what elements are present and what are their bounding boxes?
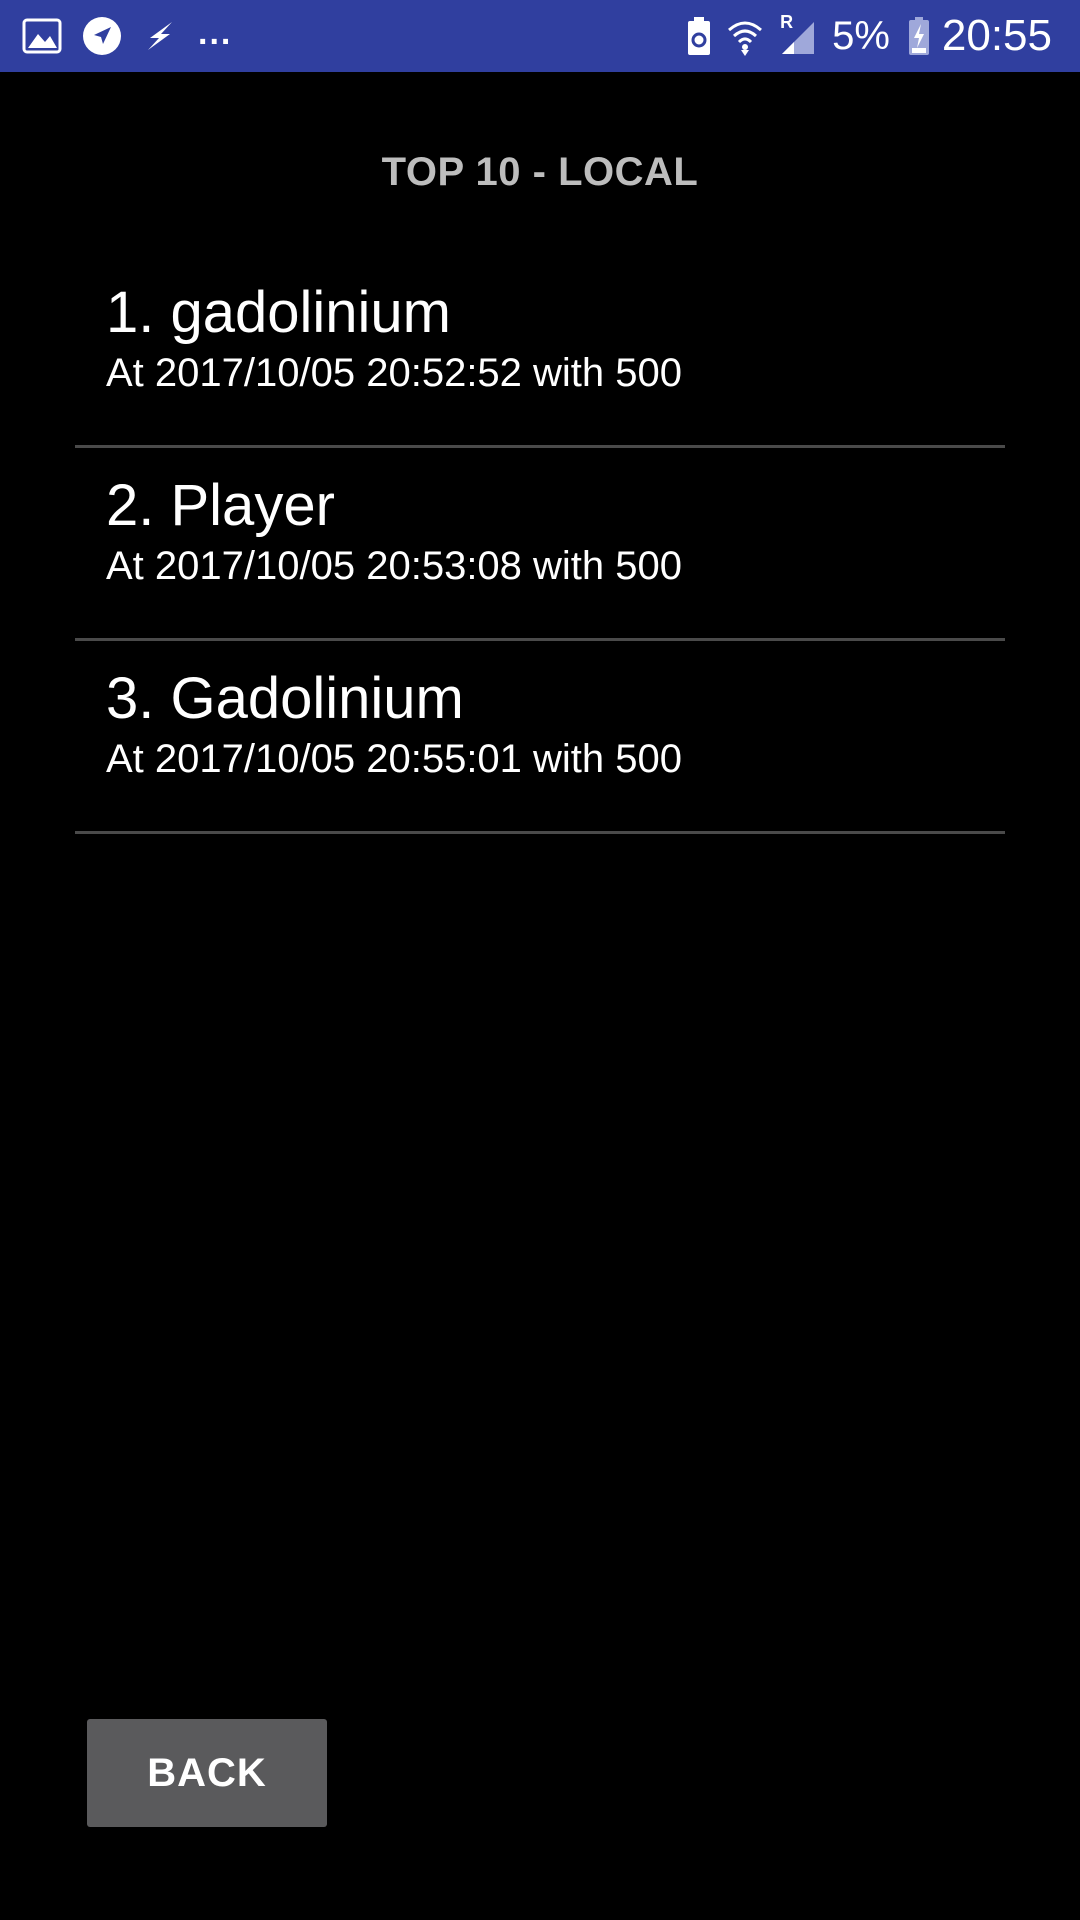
wifi-icon bbox=[726, 16, 764, 56]
list-item: 1. gadolinium At 2017/10/05 20:52:52 wit… bbox=[75, 255, 1005, 448]
flash-icon bbox=[142, 18, 178, 54]
score-detail: At 2017/10/05 20:52:52 with 500 bbox=[106, 351, 683, 395]
score-name: 3. Gadolinium bbox=[106, 666, 464, 731]
list-item: 2. Player At 2017/10/05 20:53:08 with 50… bbox=[75, 448, 1005, 641]
battery-percent: 5% bbox=[832, 13, 890, 58]
gallery-icon bbox=[22, 18, 62, 54]
navigation-icon bbox=[82, 16, 122, 56]
signal-icon: R bbox=[778, 12, 818, 56]
score-list: 1. gadolinium At 2017/10/05 20:52:52 wit… bbox=[75, 255, 1005, 834]
page-title: TOP 10 - LOCAL bbox=[381, 150, 699, 194]
battery-saver-icon bbox=[686, 16, 712, 56]
score-name: 1. gadolinium bbox=[106, 280, 451, 345]
back-button[interactable]: BACK bbox=[87, 1719, 327, 1827]
notification-overflow: ... bbox=[198, 13, 233, 52]
score-detail: At 2017/10/05 20:55:01 with 500 bbox=[106, 737, 683, 781]
score-detail: At 2017/10/05 20:53:08 with 500 bbox=[106, 544, 683, 588]
roaming-indicator: R bbox=[780, 12, 794, 32]
app-root: ... R 5% 20:55 TOP 10 - LOCAL 1. gadolin… bbox=[0, 0, 1080, 1920]
list-item: 3. Gadolinium At 2017/10/05 20:55:01 wit… bbox=[75, 641, 1005, 834]
status-bar-left: ... bbox=[22, 0, 232, 72]
battery-icon bbox=[908, 16, 930, 56]
status-bar: ... R 5% 20:55 bbox=[0, 0, 1080, 72]
status-clock: 20:55 bbox=[941, 11, 1052, 60]
status-bar-right: R 5% 20:55 bbox=[672, 0, 1052, 72]
score-name: 2. Player bbox=[106, 473, 335, 538]
